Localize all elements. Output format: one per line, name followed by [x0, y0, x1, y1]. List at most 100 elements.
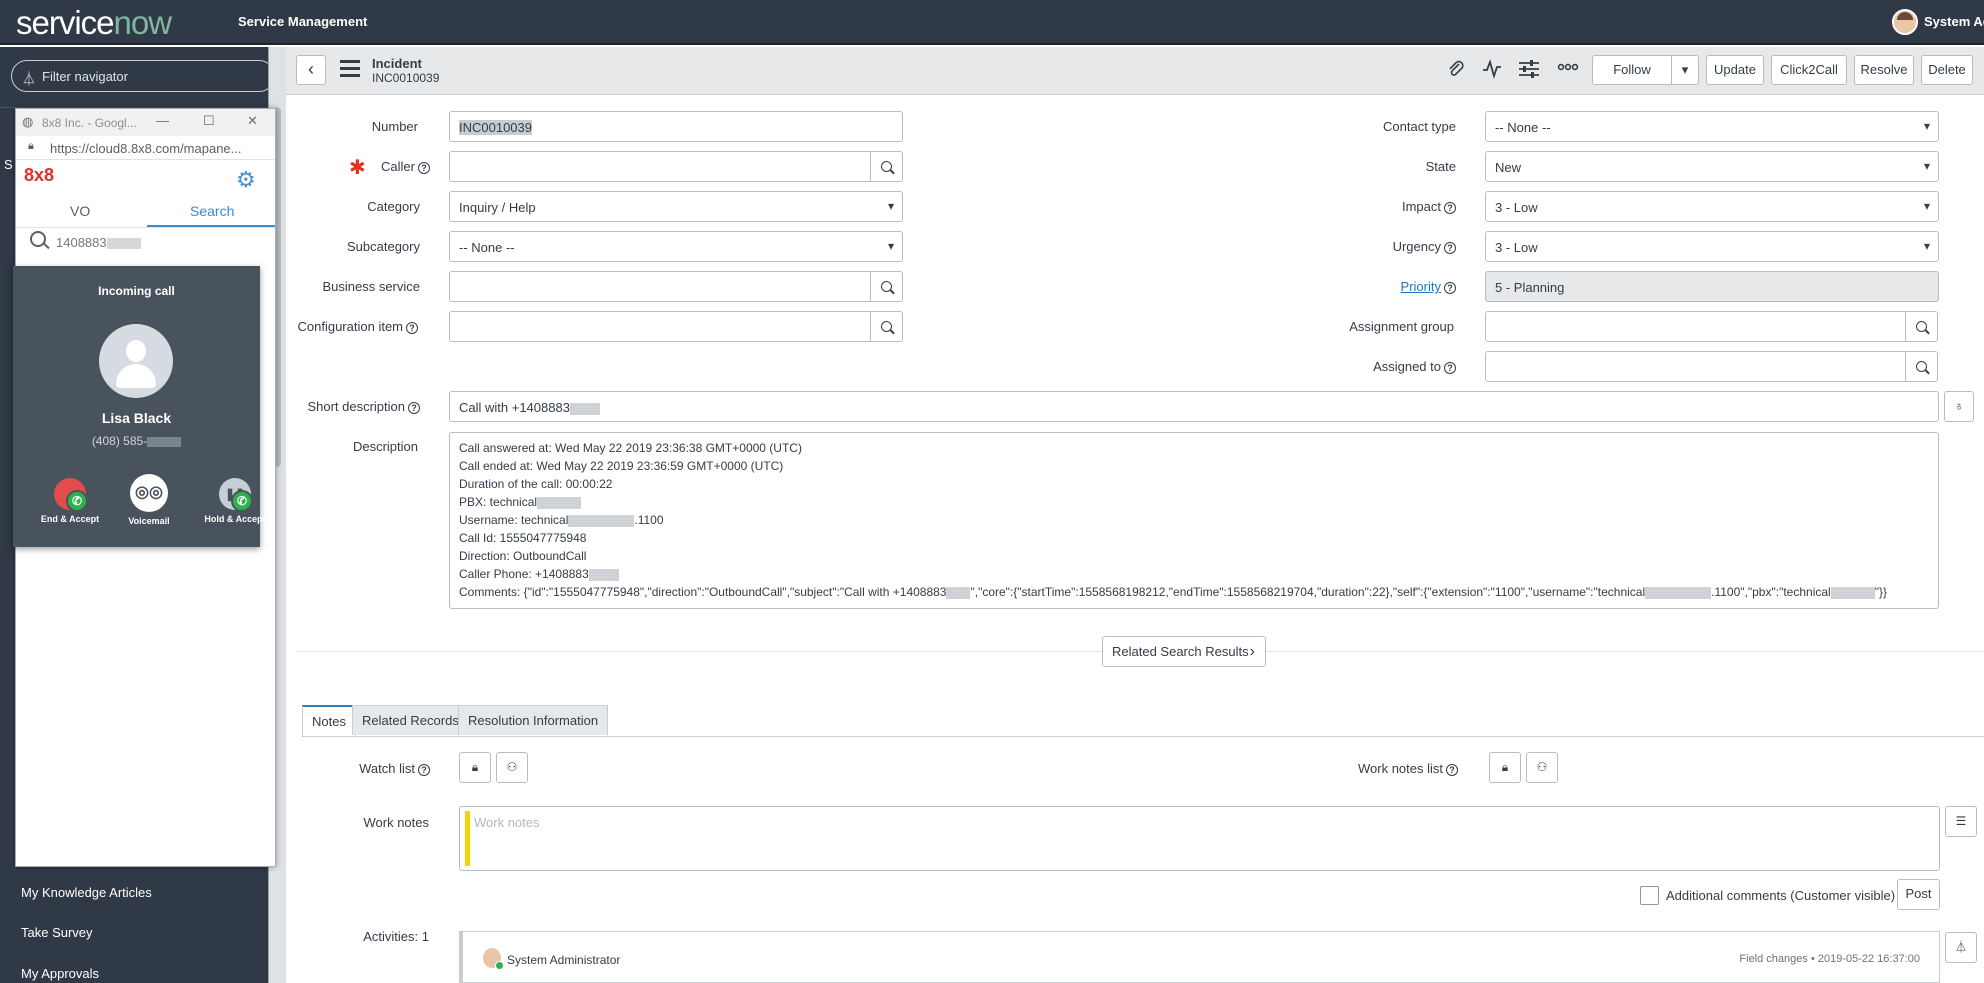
business-service-field[interactable]: [449, 271, 871, 302]
watch-list-add-button[interactable]: ⚇: [496, 752, 528, 783]
caller-lookup-button[interactable]: [870, 151, 903, 182]
lock-icon: 🔒︎: [28, 140, 34, 152]
help-icon[interactable]: ?: [1446, 763, 1458, 776]
nav-partial-item[interactable]: S: [4, 157, 13, 172]
click2call-button[interactable]: Click2Call: [1771, 55, 1847, 85]
priority-link[interactable]: Priority: [1401, 279, 1441, 294]
state-label: State: [1425, 159, 1456, 174]
minimize-icon[interactable]: —: [156, 113, 169, 128]
description-line: Call answered at: Wed May 22 2019 23:36:…: [459, 441, 802, 455]
caller-field[interactable]: [449, 151, 871, 182]
related-search-results-button[interactable]: Related Search Results ›: [1102, 636, 1266, 667]
description-line: Duration of the call: 00:00:22: [459, 477, 613, 491]
number-label: Number: [371, 119, 418, 134]
short-description-label: Short description?: [294, 399, 420, 414]
redacted-text: [537, 496, 582, 509]
contact-type-select[interactable]: -- None --: [1485, 111, 1939, 142]
user-name[interactable]: System Adr: [1924, 14, 1984, 29]
assignment-group-lookup-button[interactable]: [1905, 311, 1938, 342]
configuration-item-lookup-button[interactable]: [870, 311, 903, 342]
gear-icon[interactable]: ⚙: [236, 167, 256, 193]
help-icon[interactable]: ?: [408, 401, 420, 414]
tab-strip-line: [302, 736, 1984, 737]
end-and-accept-button[interactable]: ✆ End & Accept: [32, 478, 108, 524]
category-select[interactable]: Inquiry / Help: [449, 191, 903, 222]
short-description-field[interactable]: Call with +1408883: [449, 391, 1939, 422]
assigned-to-lookup-button[interactable]: [1905, 351, 1938, 382]
paperclip-icon[interactable]: [1446, 59, 1466, 85]
help-icon[interactable]: ?: [1444, 281, 1456, 294]
delete-button[interactable]: Delete: [1921, 55, 1973, 85]
caller-phone: (408) 585-: [13, 434, 260, 448]
tab-resolution-information[interactable]: Resolution Information: [458, 705, 609, 735]
follow-dropdown-button[interactable]: ▾: [1671, 55, 1699, 85]
watch-list-lock-button[interactable]: 🔒︎: [459, 752, 491, 783]
lightbulb-button[interactable]: ♁: [1944, 391, 1974, 422]
tab-notes[interactable]: Notes: [302, 705, 356, 737]
assigned-to-field[interactable]: [1485, 351, 1906, 382]
back-button[interactable]: ‹: [296, 55, 326, 85]
tab-search[interactable]: Search: [190, 203, 234, 219]
number-field[interactable]: INC0010039: [449, 111, 903, 142]
help-icon[interactable]: ?: [418, 763, 430, 776]
popup-title: 8x8 Inc. - Googl...: [42, 116, 137, 130]
redacted-text: [106, 238, 141, 250]
description-field[interactable]: Call answered at: Wed May 22 2019 23:36:…: [449, 432, 1939, 609]
activity-icon[interactable]: [1482, 59, 1502, 85]
chevron-down-icon: ▾: [1681, 62, 1689, 77]
work-notes-list-add-button[interactable]: ⚇: [1526, 752, 1558, 783]
add-user-icon: ⚇: [506, 760, 518, 774]
settings-sliders-icon[interactable]: [1518, 59, 1540, 85]
business-service-lookup-button[interactable]: [870, 271, 903, 302]
help-icon[interactable]: ?: [406, 321, 418, 334]
impact-select[interactable]: 3 - Low: [1485, 191, 1939, 222]
filter-navigator-input[interactable]: ⏃ Filter navigator: [11, 60, 275, 92]
configuration-item-field[interactable]: [449, 311, 871, 342]
help-icon[interactable]: ?: [418, 161, 430, 174]
globe-icon: ◍: [22, 114, 34, 129]
redacted-text: [946, 586, 971, 599]
nav-item-take-survey[interactable]: Take Survey: [21, 925, 93, 940]
work-notes-input[interactable]: Work notes: [459, 806, 1940, 871]
resolve-button[interactable]: Resolve: [1854, 55, 1914, 85]
close-icon[interactable]: ✕: [247, 113, 258, 129]
nav-item-my-approvals[interactable]: My Approvals: [21, 966, 99, 981]
user-avatar[interactable]: [1892, 9, 1918, 35]
stream-button[interactable]: ☰: [1945, 806, 1977, 837]
servicenow-logo[interactable]: servicenow: [16, 6, 172, 39]
urgency-select[interactable]: 3 - Low: [1485, 231, 1939, 262]
more-icon[interactable]: [1557, 57, 1579, 83]
activity-filter-button[interactable]: ⏃: [1945, 932, 1977, 963]
update-button[interactable]: Update: [1706, 55, 1764, 85]
tab-related-records[interactable]: Related Records: [352, 705, 469, 735]
additional-comments-label[interactable]: Additional comments (Customer visible): [1666, 888, 1895, 903]
subcategory-select[interactable]: -- None --: [449, 231, 903, 262]
search-icon: [881, 161, 892, 172]
nav-item-my-knowledge-articles[interactable]: My Knowledge Articles: [21, 885, 152, 900]
assignment-group-field[interactable]: [1485, 311, 1906, 342]
work-notes-list-lock-button[interactable]: 🔒︎: [1489, 752, 1521, 783]
lock-icon: 🔒︎: [471, 760, 479, 774]
hold-and-accept-button[interactable]: ❚❚✆ Hold & Accept: [197, 478, 273, 524]
maximize-icon[interactable]: ☐: [203, 113, 215, 129]
category-label: Category: [367, 199, 420, 214]
state-select[interactable]: New: [1485, 151, 1939, 182]
redacted-text: [1645, 586, 1712, 599]
help-icon[interactable]: ?: [1444, 361, 1456, 374]
post-button[interactable]: Post: [1897, 879, 1940, 910]
popup-search-input[interactable]: 1408883: [56, 235, 141, 250]
business-service-label: Business service: [322, 279, 420, 294]
popup-titlebar[interactable]: ◍ 8x8 Inc. - Googl... — ☐ ✕: [16, 109, 275, 136]
search-icon: [1916, 361, 1927, 372]
hamburger-icon[interactable]: [340, 60, 360, 78]
popup-url-bar[interactable]: 🔒︎ https://cloud8.8x8.com/mapane...: [16, 136, 275, 160]
voicemail-button[interactable]: ◎◎ Voicemail: [111, 474, 187, 526]
help-icon[interactable]: ?: [1444, 241, 1456, 254]
description-line: Call ended at: Wed May 22 2019 23:36:59 …: [459, 459, 784, 473]
tab-vo[interactable]: VO: [70, 203, 90, 219]
help-icon[interactable]: ?: [1444, 201, 1456, 214]
additional-comments-checkbox[interactable]: [1640, 886, 1659, 905]
redacted-text: [588, 568, 619, 581]
avatar: [483, 948, 504, 970]
follow-button[interactable]: Follow: [1592, 55, 1672, 85]
